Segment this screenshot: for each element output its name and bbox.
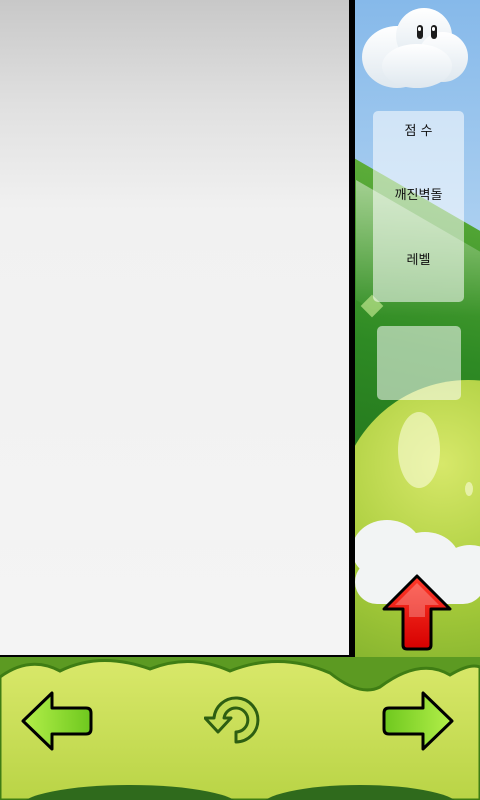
broken-bricks-label: 깨진벽돌 xyxy=(394,188,443,203)
left-arrow-icon xyxy=(21,691,93,751)
rotate-button[interactable] xyxy=(203,692,268,750)
score-label: 점 수 xyxy=(404,124,433,139)
up-arrow-icon xyxy=(382,574,452,651)
right-arrow-button[interactable] xyxy=(381,690,455,752)
game-board[interactable] xyxy=(0,0,355,659)
right-arrow-icon xyxy=(382,691,454,751)
dome-spot xyxy=(398,412,440,488)
level-label: 레벨 xyxy=(406,253,431,268)
cloud-eye-icon xyxy=(431,25,437,39)
next-piece-preview xyxy=(377,326,461,400)
cloud-eye-icon xyxy=(417,25,423,39)
up-arrow-button[interactable] xyxy=(381,573,453,653)
left-arrow-button[interactable] xyxy=(20,690,94,752)
rotate-icon xyxy=(203,696,260,744)
dome-spot xyxy=(465,482,473,496)
cloud-character xyxy=(362,8,470,92)
info-panel: 점 수 깨진벽돌 레벨 xyxy=(373,111,464,302)
